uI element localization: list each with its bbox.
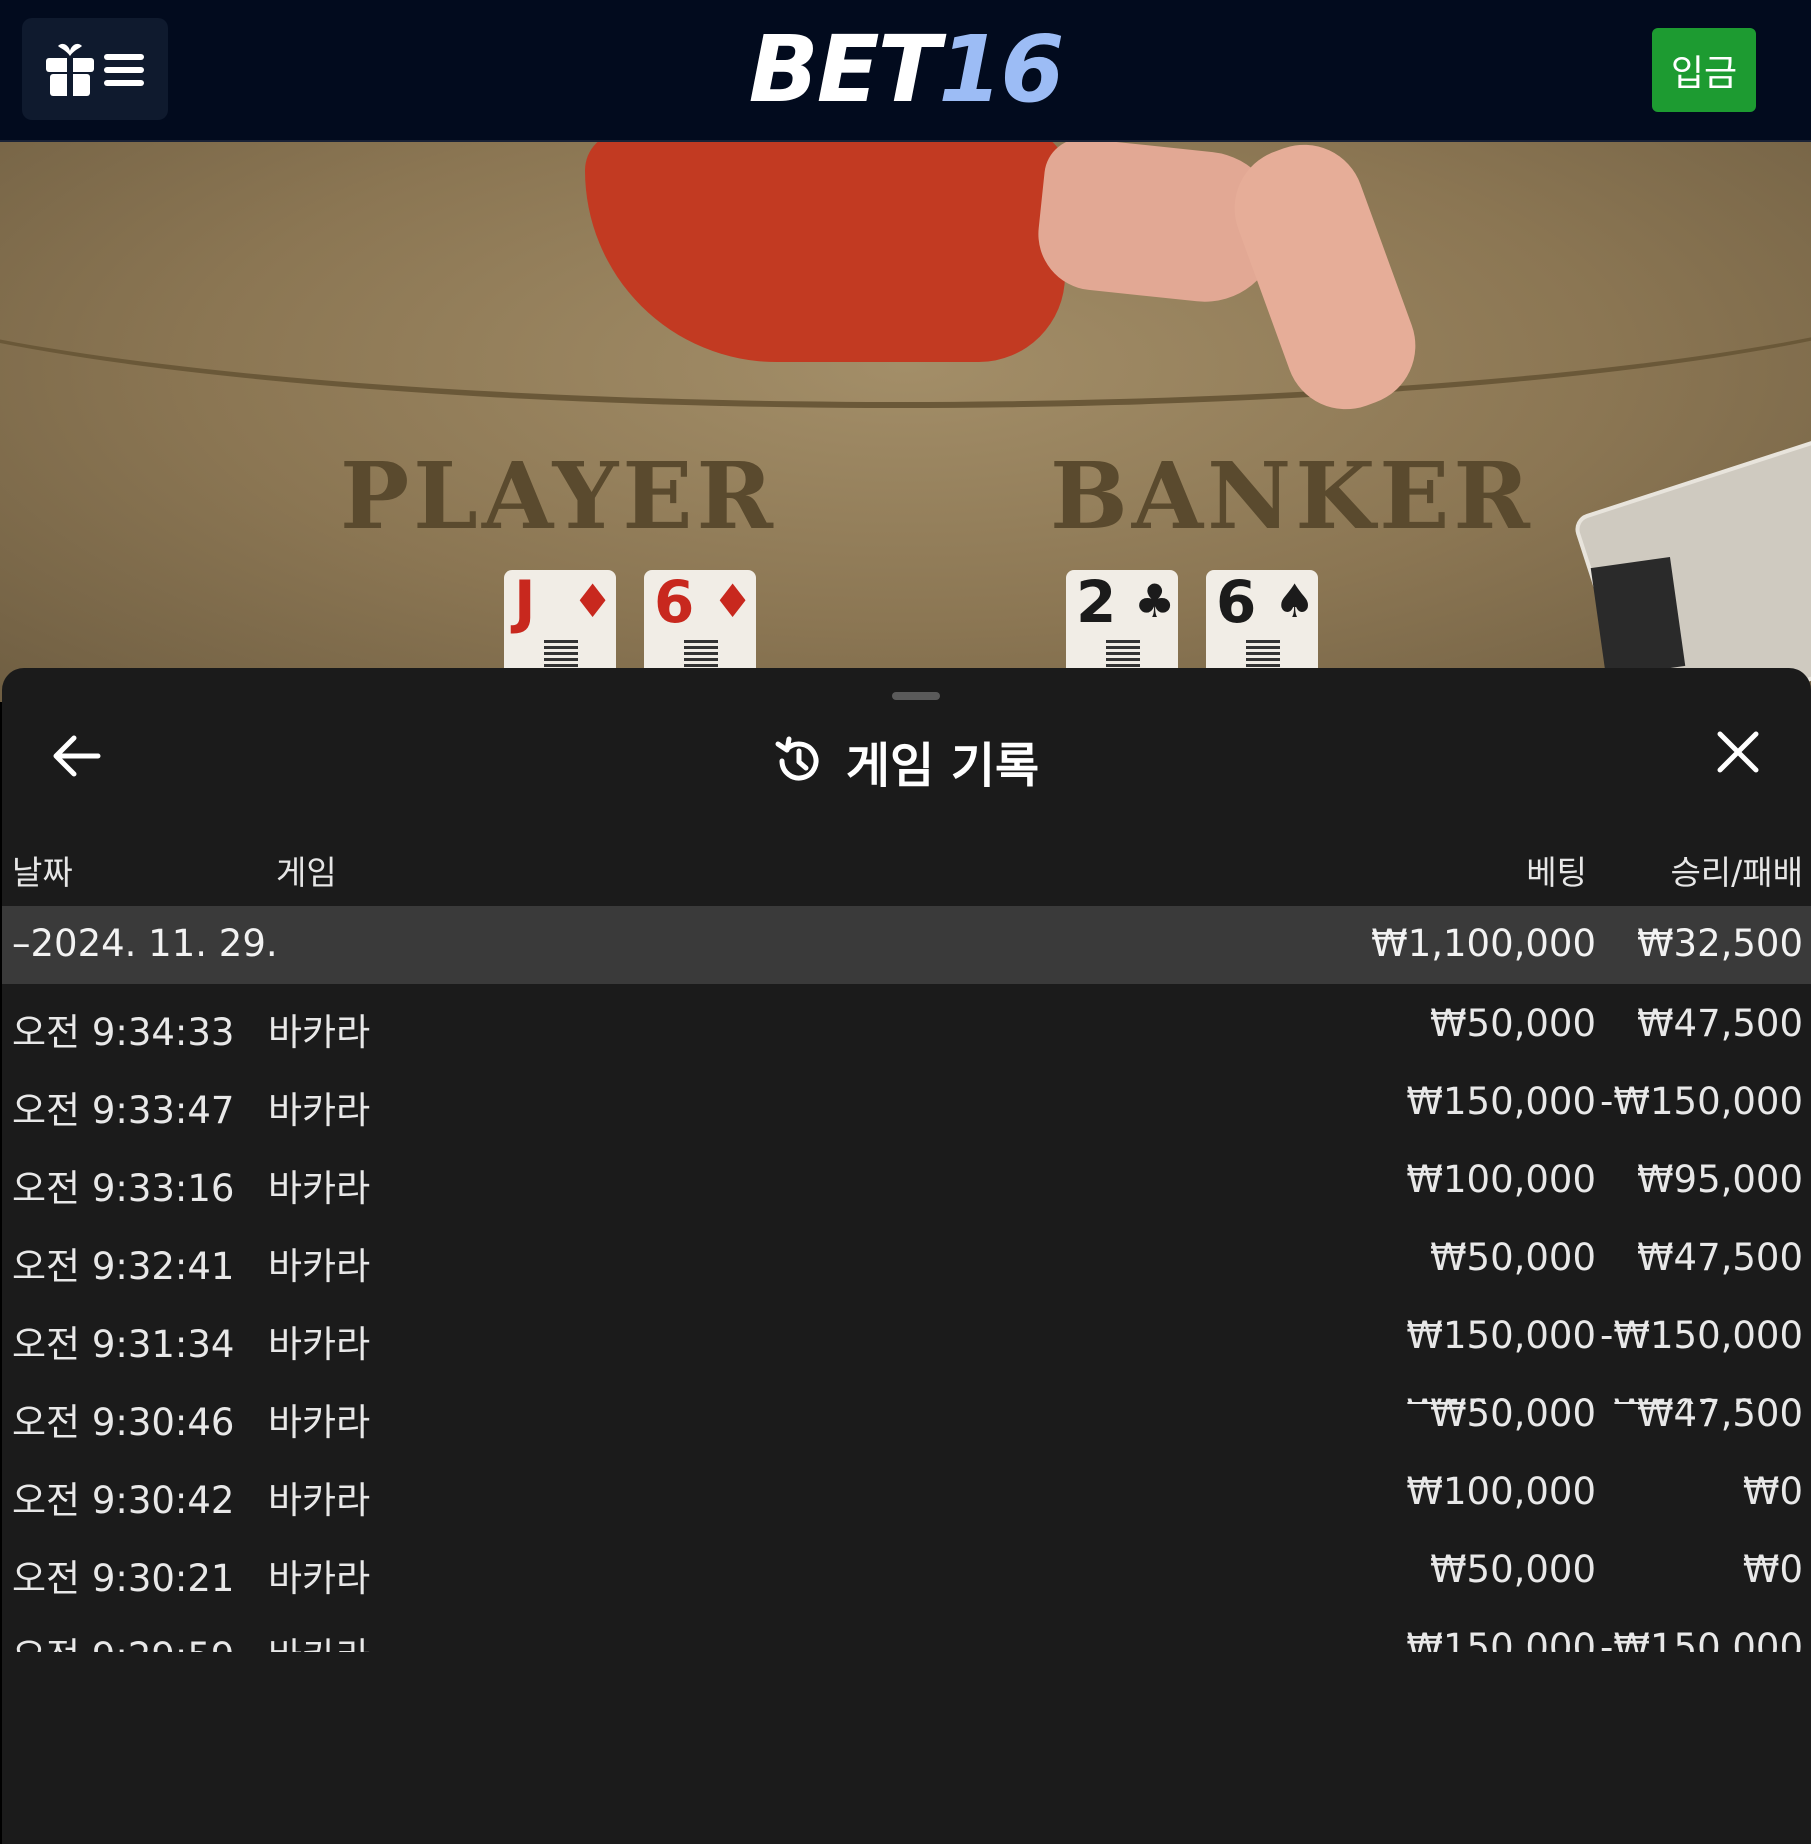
row-bet: ₩150,000 xyxy=(1406,1626,1596,1652)
table-row[interactable]: 오전 9:30:46 바카라 ₩50,000 ₩47,500 xyxy=(2,1374,1811,1452)
row-game: 바카라 xyxy=(268,1479,371,1522)
row-game: 바카라 xyxy=(268,1323,371,1366)
logo-number-text: 16 xyxy=(938,16,1064,123)
row-time: 오전 9:29:59 xyxy=(12,1626,234,1652)
drag-handle[interactable] xyxy=(892,692,940,700)
close-icon[interactable] xyxy=(1716,730,1760,774)
column-header-game: 게임 xyxy=(276,853,337,892)
row-result: -₩150,000 xyxy=(1600,1314,1803,1357)
panel-title: 게임 기록 xyxy=(2,726,1811,796)
row-time: 오전 9:30:21 xyxy=(12,1557,235,1600)
row-time: 오전 9:30:46 xyxy=(12,1401,235,1444)
row-time: 오전 9:31:34 xyxy=(12,1323,235,1366)
table-row-partial[interactable]: 오전 9:29:59 바카라 ₩150,000 -₩150,000 xyxy=(2,1608,1811,1652)
column-header-date: 날짜 xyxy=(12,853,73,892)
player-zone-label: PLAYER xyxy=(340,442,777,550)
row-result: ₩95,000 xyxy=(1636,1158,1803,1201)
row-time: 오전 9:32:41 xyxy=(12,1245,235,1288)
card-rank: J xyxy=(514,568,536,636)
table-header: 날짜 게임 베팅 승리/패배 xyxy=(2,838,1811,894)
diamond-suit-icon: ♦ xyxy=(572,574,614,628)
row-game: 바카라 xyxy=(268,1557,371,1600)
row-bet: ₩100,000 xyxy=(1406,1158,1596,1201)
date-group-total-result: ₩32,500 xyxy=(1636,922,1803,965)
row-game: 바카라 xyxy=(268,1626,370,1652)
brand-logo[interactable]: BET16 xyxy=(0,18,1811,122)
row-result: ₩0 xyxy=(1742,1548,1803,1591)
row-bet: ₩50,000 xyxy=(1429,1236,1596,1279)
spade-suit-icon: ♠ xyxy=(1274,574,1316,628)
row-result: -₩150,000 xyxy=(1600,1080,1803,1123)
club-suit-icon: ♣ xyxy=(1134,574,1176,628)
live-table-video: PLAYER BANKER J ♦ 6 ♦ 2 ♣ 6 ♠ xyxy=(0,142,1811,702)
row-bet: ₩50,000 xyxy=(1429,1548,1596,1591)
logo-bet-text: BET xyxy=(748,16,941,123)
panel-title-text: 게임 기록 xyxy=(845,738,1040,794)
row-time: 오전 9:34:33 xyxy=(12,1011,235,1054)
row-bet: ₩150,000 xyxy=(1406,1314,1596,1357)
card-rank: 6 xyxy=(1216,568,1257,636)
row-result: ₩47,500 xyxy=(1636,1236,1803,1279)
row-bet: ₩50,000 xyxy=(1429,1392,1596,1435)
row-time: 오전 9:33:16 xyxy=(12,1167,235,1210)
game-history-panel: 게임 기록 날짜 게임 베팅 승리/패배 –2024. 11. 29. ₩1,1… xyxy=(2,668,1811,1844)
table-row[interactable]: 오전 9:31:34 바카라 ₩150,000 -₩150,000 xyxy=(2,1296,1811,1374)
table-row[interactable]: 오전 9:33:16 바카라 ₩100,000 ₩95,000 xyxy=(2,1140,1811,1218)
card-rank: 2 xyxy=(1076,568,1117,636)
row-game: 바카라 xyxy=(268,1089,371,1132)
history-list[interactable]: 오전 9:34:33 바카라 ₩50,000 ₩47,500 오전 9:33:4… xyxy=(2,984,1811,1404)
banker-zone-label: BANKER xyxy=(1050,442,1534,550)
table-row[interactable]: 오전 9:30:42 바카라 ₩100,000 ₩0 xyxy=(2,1452,1811,1530)
row-game: 바카라 xyxy=(268,1011,371,1054)
top-bar: BET16 입금 xyxy=(0,0,1811,142)
date-group-label: –2024. 11. 29. xyxy=(12,922,278,965)
date-group-total-bet: ₩1,100,000 xyxy=(1371,922,1596,965)
row-time: 오전 9:30:42 xyxy=(12,1479,235,1522)
row-game: 바카라 xyxy=(268,1167,371,1210)
table-row[interactable]: 오전 9:33:47 바카라 ₩150,000 -₩150,000 xyxy=(2,1062,1811,1140)
history-list-continued[interactable]: 오전 9:30:46 바카라 ₩50,000 ₩47,500 오전 9:30:4… xyxy=(2,1374,1811,1730)
row-bet: ₩100,000 xyxy=(1406,1470,1596,1513)
date-group-row[interactable]: –2024. 11. 29. ₩1,100,000 ₩32,500 xyxy=(2,906,1811,984)
row-time: 오전 9:33:47 xyxy=(12,1089,235,1132)
diamond-suit-icon: ♦ xyxy=(712,574,754,628)
card-rank: 6 xyxy=(654,568,695,636)
deposit-button[interactable]: 입금 xyxy=(1652,28,1756,112)
row-bet: ₩50,000 xyxy=(1429,1002,1596,1045)
row-result: ₩0 xyxy=(1742,1470,1803,1513)
table-row[interactable]: 오전 9:32:41 바카라 ₩50,000 ₩47,500 xyxy=(2,1218,1811,1296)
card-shoe-slot xyxy=(1590,556,1686,678)
row-bet: ₩150,000 xyxy=(1406,1080,1596,1123)
table-row[interactable]: 오전 9:34:33 바카라 ₩50,000 ₩47,500 xyxy=(2,984,1811,1062)
row-game: 바카라 xyxy=(268,1245,371,1288)
row-result: ₩47,500 xyxy=(1636,1392,1803,1435)
history-icon xyxy=(775,736,819,781)
row-game: 바카라 xyxy=(268,1401,371,1444)
column-header-result: 승리/패배 xyxy=(1670,853,1803,892)
row-result: -₩150,000 xyxy=(1600,1626,1803,1652)
row-result: ₩47,500 xyxy=(1636,1002,1803,1045)
table-row[interactable]: 오전 9:30:21 바카라 ₩50,000 ₩0 xyxy=(2,1530,1811,1608)
column-header-bet: 베팅 xyxy=(1526,853,1587,892)
